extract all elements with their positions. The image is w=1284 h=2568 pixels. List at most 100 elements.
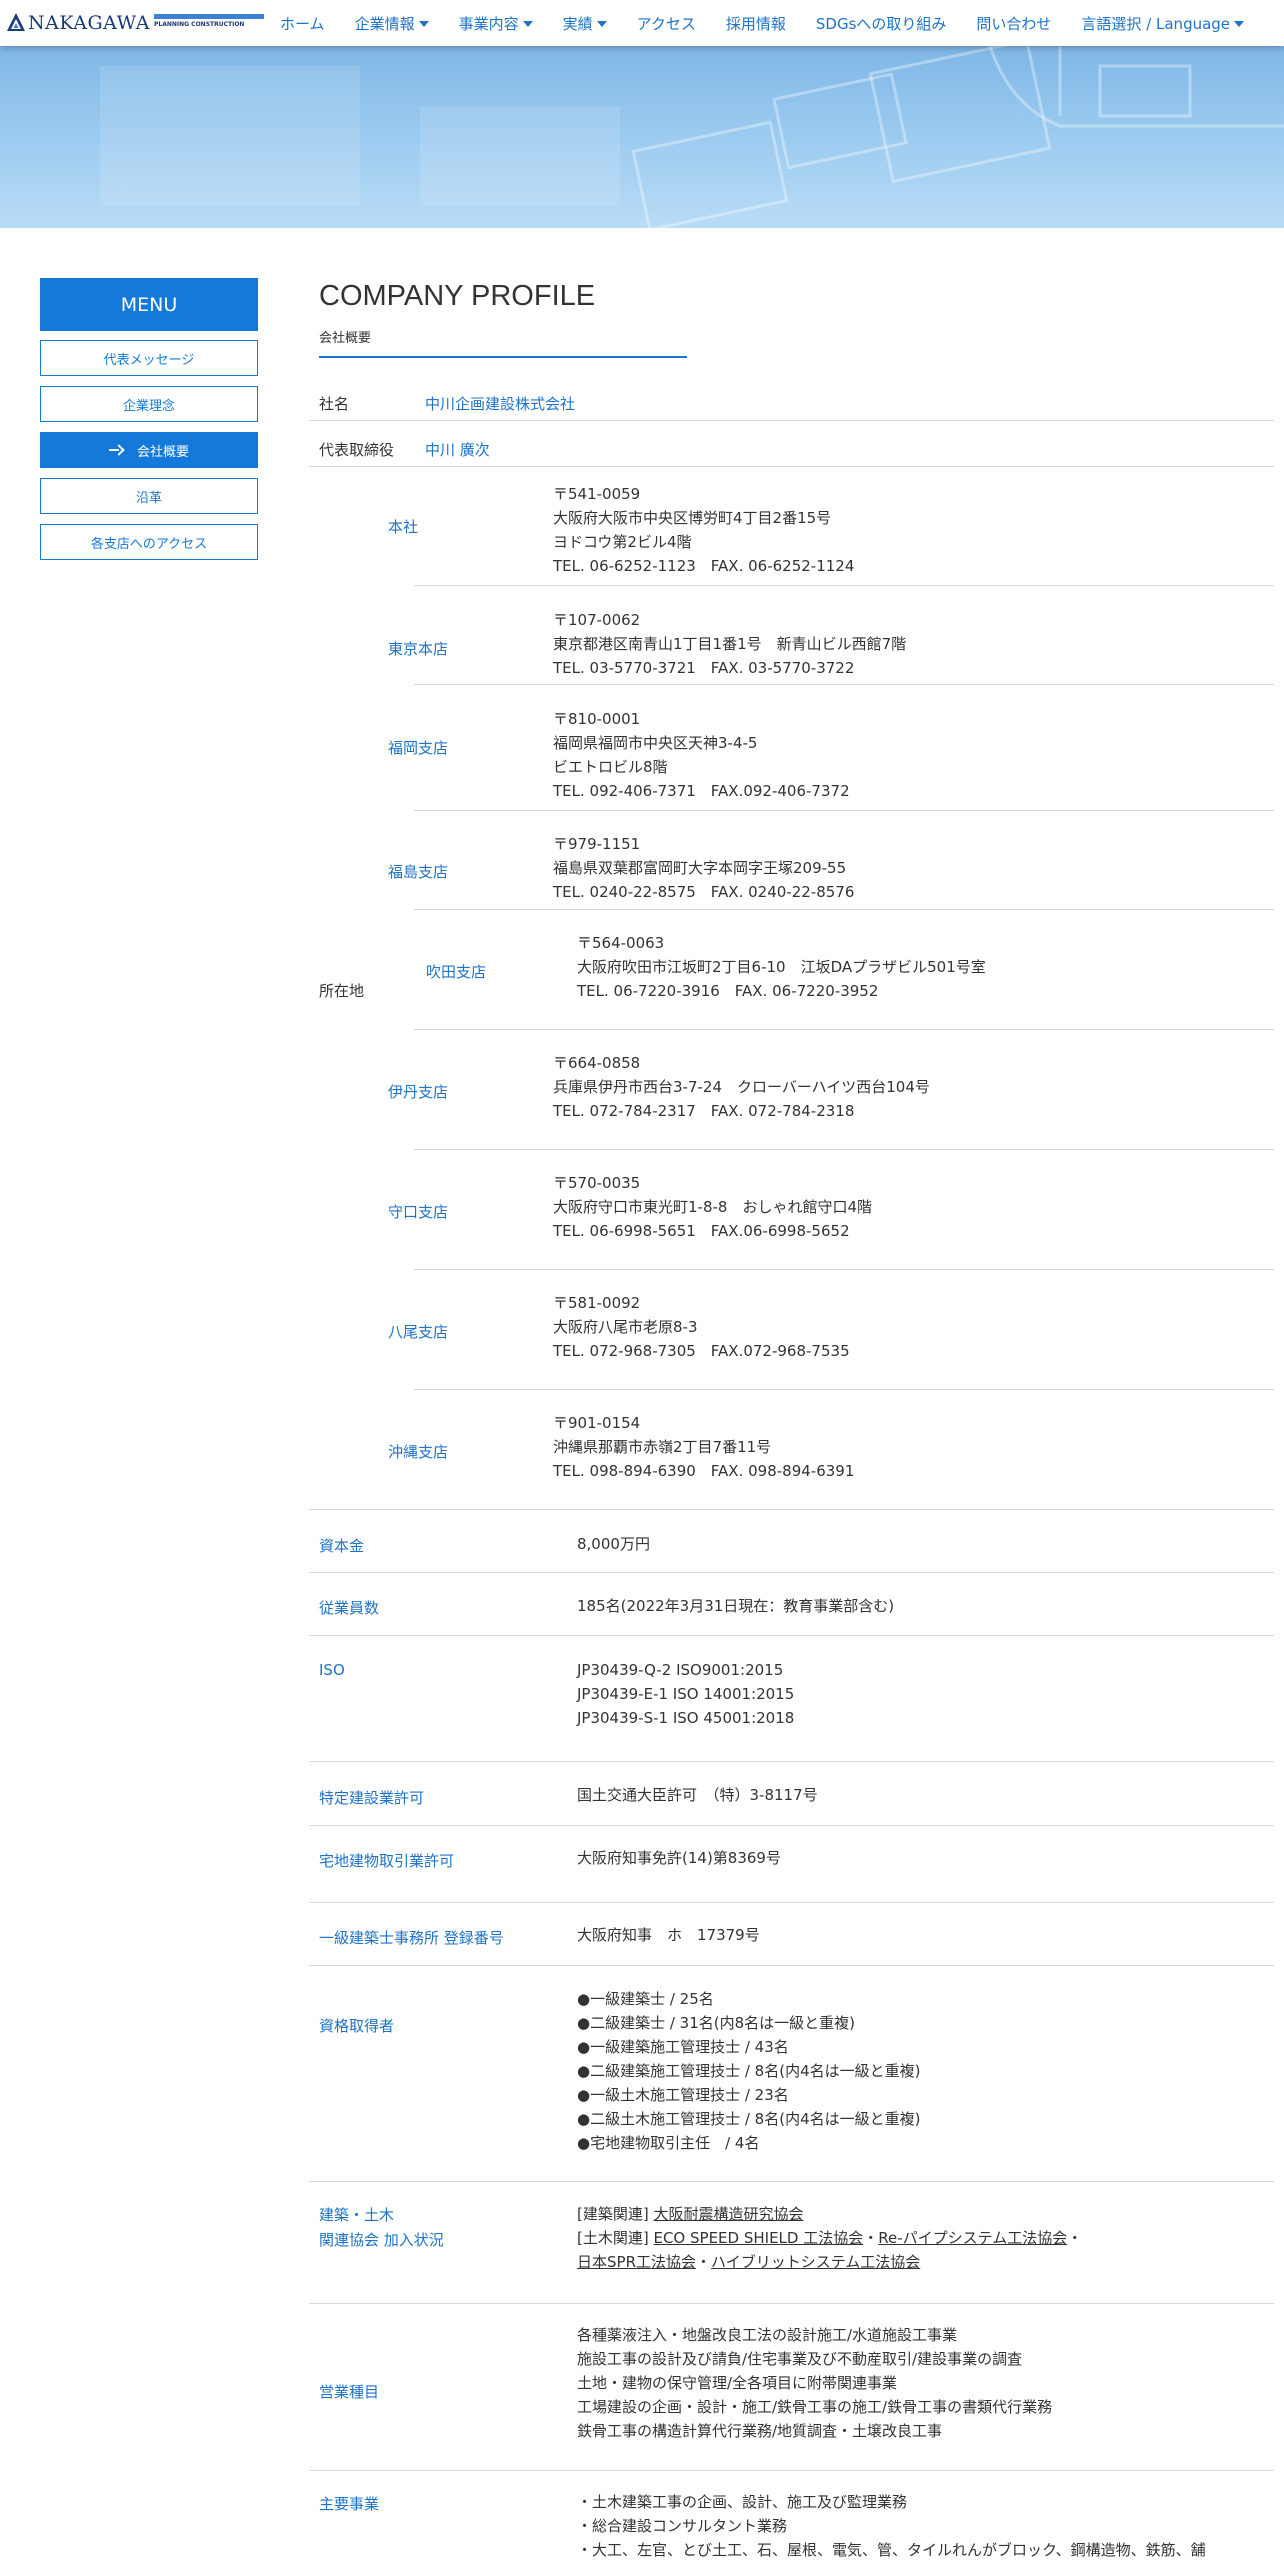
assoc-link-seismic[interactable]: 大阪耐震構造研究協会 [653, 2205, 803, 2223]
architect-office-label: 一級建築士事務所 登録番号 [319, 1929, 504, 1947]
divider [309, 1761, 1274, 1762]
nav-menu: ホーム 企業情報 事業内容 実績 アクセス 採用情報 SDGsへの取り組み 問い… [280, 0, 1274, 46]
ceo-label: 代表取締役 [319, 441, 395, 459]
nav-item-sdgs[interactable]: SDGsへの取り組み [816, 13, 947, 34]
caret-down-icon [1234, 20, 1245, 27]
divider [414, 585, 1274, 586]
hero-background-pattern [100, 46, 1284, 228]
main-business-label: 主要事業 [319, 2495, 380, 2513]
logo-text: NAKAGAWA [28, 12, 150, 34]
sidebar-item-ceo-message[interactable]: 代表メッセージ [40, 340, 258, 376]
logo-subtext: PLANNING CONSTRUCTION [154, 21, 245, 28]
office-address-tokyo: 〒107-0062 東京都港区南青山1丁目1番1号 新青山ビル西館7階 TEL. 0… [553, 611, 907, 677]
office-address-suita: 〒564-0063 大阪府吹田市江坂町2丁目6-10 江坂DAプラザビル501号室… [577, 934, 986, 1000]
assoc-link-re-pipe[interactable]: Re-パイプシステム工法協会 [878, 2229, 1067, 2247]
office-address-okinawa: 〒901-0154 沖縄県那覇市赤嶺2丁目7番11号 TEL. 098-894-63… [553, 1414, 855, 1480]
divider [309, 2470, 1274, 2471]
office-name-fukuoka[interactable]: 福岡支店 [388, 737, 448, 758]
office-name-yao[interactable]: 八尾支店 [388, 1321, 448, 1342]
associations-label: 建築・土木 関連協会 加入状況 [319, 2206, 444, 2249]
employees-value: 185名(2022年3月31日現在：教育事業部含む) [577, 1597, 895, 1615]
divider [309, 1965, 1274, 1966]
office-name-itami[interactable]: 伊丹支店 [388, 1081, 448, 1102]
ceo-name-link[interactable]: 中川 廣次 [425, 439, 490, 460]
divider [414, 1149, 1274, 1150]
caret-down-icon [596, 20, 607, 27]
office-address-itami: 〒664-0858 兵庫県伊丹市西台3-7-24 クローバーハイツ西台104号 TE… [553, 1054, 930, 1120]
divider [309, 2303, 1274, 2304]
realestate-license-label: 宅地建物取引業許可 [319, 1852, 455, 1870]
logo-mark-icon [7, 13, 25, 31]
assoc-link-hybrid[interactable]: ハイブリットシステム工法協会 [711, 2253, 920, 2271]
nav-item-language[interactable]: 言語選択 / Language [1081, 13, 1245, 34]
business-categories-label: 営業種目 [319, 2383, 380, 2401]
office-name-suita[interactable]: 吹田支店 [426, 961, 486, 982]
business-categories-value: 各種薬液注入・地盤改良工法の設計施工/水道施設工事業 施設工事の設計及び請負/住宅… [577, 2326, 1053, 2440]
divider [414, 1269, 1274, 1270]
divider [309, 1825, 1274, 1826]
realestate-license-value: 大阪府知事免許(14)第8369号 [577, 1849, 781, 1867]
office-address-yao: 〒581-0092 大阪府八尾市老原8-3 TEL. 072-968-7305 FA… [553, 1294, 850, 1360]
sidebar-item-history[interactable]: 沿革 [40, 478, 258, 514]
main-business-value: ・土木建築工事の企画、設計、施工及び監理業務 ・総合建設コンサルタント業務 ・大工、… [577, 2493, 1206, 2559]
construction-license-label: 特定建設業許可 [319, 1789, 425, 1807]
nav-item-works[interactable]: 実績 [563, 13, 607, 34]
nav-item-company-info[interactable]: 企業情報 [355, 13, 429, 34]
assoc-link-eco-speed-shield[interactable]: ECO SPEED SHIELD 工法協会 [653, 2229, 863, 2247]
iso-value: JP30439-Q-2 ISO9001:2015 JP30439-E-1 ISO … [577, 1661, 795, 1727]
divider [309, 1509, 1274, 1510]
arrow-right-icon [108, 444, 123, 456]
office-name-moriguchi[interactable]: 守口支店 [388, 1201, 448, 1222]
nav-item-home[interactable]: ホーム [280, 13, 325, 34]
sidebar-item-company-profile[interactable]: 会社概要 [40, 432, 258, 468]
office-name-okinawa[interactable]: 沖縄支店 [388, 1441, 448, 1462]
capital-value: 8,000万円 [577, 1535, 650, 1553]
office-address-fukuoka: 〒810-0001 福岡県福岡市中央区天神3-4-5 ビエトロビル8階 TEL. 09… [553, 710, 850, 800]
qualifications-label: 資格取得者 [319, 2017, 395, 2035]
divider [309, 1902, 1274, 1903]
divider [309, 2181, 1274, 2182]
nav-item-recruit[interactable]: 採用情報 [726, 13, 786, 34]
page-title: COMPANY PROFILE [319, 280, 596, 312]
sidebar-item-philosophy[interactable]: 企業理念 [40, 386, 258, 422]
office-address-moriguchi: 〒570-0035 大阪府守口市東光町1-8-8 おしゃれ館守口4階 TEL. 06… [553, 1174, 873, 1240]
title-underline [319, 356, 687, 358]
caret-down-icon [522, 20, 533, 27]
divider [414, 1029, 1274, 1030]
divider [309, 1635, 1274, 1636]
divider [309, 466, 1274, 467]
location-label: 所在地 [319, 982, 365, 1000]
architect-office-value: 大阪府知事 ホ 17379号 [577, 1926, 760, 1944]
office-address-fukushima: 〒979-1151 福島県双葉郡富岡町大字本岡字王塚209-55 TEL. 0240… [553, 835, 855, 901]
construction-license-value: 国土交通大臣許可 （特）3-8117号 [577, 1786, 818, 1804]
nav-item-business[interactable]: 事業内容 [459, 13, 533, 34]
divider [414, 684, 1274, 685]
office-address-head: 〒541-0059 大阪府大阪市中央区博労町4丁目2番15号 ヨドコウ第2ビル4階 T… [553, 485, 855, 575]
sidebar-item-branch-access[interactable]: 各支店へのアクセス [40, 524, 258, 560]
nav-item-access[interactable]: アクセス [637, 13, 696, 34]
divider [414, 810, 1274, 811]
company-logo[interactable]: NAKAGAWA PLANNING CONSTRUCTION [6, 10, 264, 36]
top-navbar: NAKAGAWA PLANNING CONSTRUCTION ホーム 企業情報 … [0, 0, 1284, 46]
divider [309, 1572, 1274, 1573]
company-name-label: 社名 [319, 395, 350, 413]
divider [414, 1389, 1274, 1390]
iso-label: ISO [319, 1661, 345, 1679]
divider [414, 909, 1274, 910]
employees-label: 従業員数 [319, 1599, 380, 1617]
office-name-head[interactable]: 本社 [388, 516, 418, 537]
capital-label: 資本金 [319, 1537, 365, 1555]
company-name-link[interactable]: 中川企画建設株式会社 [425, 393, 575, 414]
divider [309, 420, 1274, 421]
associations-value: [建築関連] 大阪耐震構造研究協会 [土木関連] ECO SPEED SHIEL… [577, 2205, 1083, 2271]
caret-down-icon [418, 20, 429, 27]
hero-banner [0, 46, 1284, 228]
qualifications-value: ●一級建築士 / 25名 ●二級建築士 / 31名(内8名は一級と重複) ●一級建築… [577, 1990, 921, 2152]
office-name-tokyo[interactable]: 東京本店 [388, 638, 448, 659]
page-subtitle: 会社概要 [319, 331, 372, 346]
assoc-link-spr[interactable]: 日本SPR工法協会 [577, 2253, 696, 2271]
sidebar-menu-header: MENU [40, 278, 258, 331]
nav-item-contact[interactable]: 問い合わせ [976, 13, 1051, 34]
office-name-fukushima[interactable]: 福島支店 [388, 861, 448, 882]
logo-accent-bar [154, 14, 264, 19]
